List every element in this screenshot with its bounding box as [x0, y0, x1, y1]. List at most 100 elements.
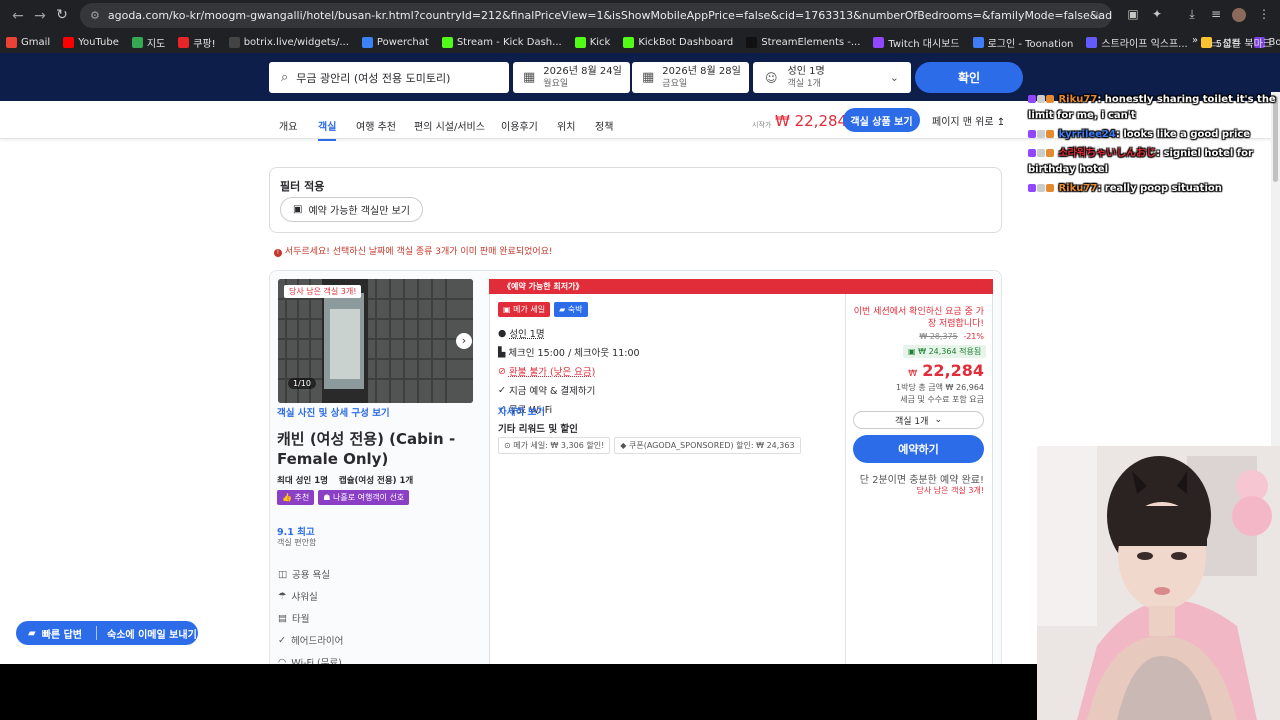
- badge-icon: [1046, 130, 1054, 138]
- bookmark-item[interactable]: YouTube: [63, 36, 119, 48]
- quick-booking-note: 단 2분이면 충분한 예약 완료!: [859, 475, 984, 486]
- bookmark-favicon-icon: [63, 36, 75, 48]
- check-icon: ✓: [498, 384, 506, 396]
- bookmark-item[interactable]: StreamElements -...: [746, 36, 860, 48]
- bookmark-item[interactable]: Powerchat: [361, 36, 429, 48]
- reload-icon[interactable]: ↻: [50, 7, 74, 23]
- filter-box: 필터 적용 ▣ 예약 가능한 객실만 보기: [269, 167, 1002, 233]
- view-rooms-button[interactable]: 객실 상품 보기: [843, 108, 920, 132]
- confirm-button[interactable]: 확인: [915, 62, 1023, 93]
- price-currency: ₩: [908, 369, 918, 379]
- bookmark-item[interactable]: botrix.live/widgets/...: [228, 36, 349, 48]
- rooms-text: 객실 1개: [787, 78, 821, 89]
- feature-towel: ▤ 타월: [278, 611, 343, 626]
- rating-label: 객실 편안함: [277, 538, 317, 547]
- chevron-down-icon: ⌄: [934, 415, 942, 425]
- location-field[interactable]: ⌕ 무금 광안리 (여성 전용 도미토리): [269, 62, 509, 93]
- person-icon: ●: [498, 327, 507, 339]
- tax-note: 세금 및 수수료 포함 요금: [900, 395, 984, 404]
- location-text: 무금 광안리 (여성 전용 도미토리): [296, 71, 451, 85]
- back-icon[interactable]: ←: [6, 8, 30, 24]
- lowest-price-banner: 《예약 가능한 최저가》: [489, 279, 993, 294]
- to-top-link[interactable]: 페이지 맨 위로 ↥: [932, 113, 1005, 128]
- book-button[interactable]: 예약하기: [853, 435, 984, 463]
- checkout-day: 금요일: [662, 78, 688, 89]
- address-bar[interactable]: ⚙ agoda.com/ko-kr/moogm-gwangalli/hotel/…: [80, 3, 1112, 28]
- available-only-chip[interactable]: ▣ 예약 가능한 객실만 보기: [280, 197, 423, 222]
- site-info-icon[interactable]: ⚙: [90, 9, 100, 22]
- chat-message: kyrrilee24: looks like a good price: [1028, 127, 1280, 143]
- bookmark-label: Gmail: [21, 36, 51, 48]
- bookmark-item[interactable]: KickBot Dashboard: [623, 36, 733, 48]
- tab-reviews[interactable]: 이용후기: [501, 118, 538, 133]
- feature-label: 샤워실: [291, 592, 318, 603]
- email-property-button[interactable]: 숙소에 이메일 보내기: [107, 626, 197, 641]
- coupon-discount-label: 쿠폰(AGODA_SPONSORED) 할인: ₩ 24,363: [629, 441, 795, 450]
- bookmark-favicon-icon: [1086, 36, 1098, 48]
- webcam-feed: [1037, 446, 1280, 720]
- bookmark-item[interactable]: 쿠팡!: [178, 35, 216, 50]
- bookmark-item[interactable]: Kick: [574, 36, 610, 48]
- details-link[interactable]: 자세히 보기: [498, 404, 545, 418]
- bookmark-favicon-icon: [441, 36, 453, 48]
- solo-tag: ☗ 나홀로 여행객이 선호: [318, 490, 410, 505]
- room-capacity: 최대 성인 1명 캡슐(여성 전용) 1개: [277, 474, 413, 486]
- bookmark-item[interactable]: Twitch 대시보드: [873, 35, 960, 50]
- checkin-field[interactable]: ▦ 2026년 8월 24일 월요일: [513, 62, 630, 93]
- bookmark-item[interactable]: 지도: [131, 35, 165, 50]
- total-price: 1박당 총 금액 ₩ 26,964: [896, 383, 984, 392]
- coupon-applied-label: ₩ 24,364 적용됨: [918, 347, 982, 356]
- all-bookmarks[interactable]: ▭ 모든 북마크: [1210, 35, 1272, 50]
- tab-facilities[interactable]: 편의 시설/서비스: [414, 118, 485, 133]
- discount-chips: ⊙ 메가 세일: ₩ 3,306 할인! ◆ 쿠폰(AGODA_SPONSORE…: [498, 437, 801, 454]
- guests-field[interactable]: ☺ 성인 1명 객실 1개 ⌄: [753, 62, 911, 93]
- tab-rooms[interactable]: 객실: [318, 118, 337, 141]
- no-refund-icon: ⊘: [498, 365, 506, 377]
- bookmark-item[interactable]: 스트라이프 익스프...: [1086, 35, 1188, 50]
- search-icon: ⌕: [281, 70, 289, 85]
- forward-icon[interactable]: →: [28, 8, 52, 24]
- offer-details: ● 성인 1명 ▙ 체크인 15:00 / 체크아웃 11:00 ⊘ 환불 불가 (낮…: [498, 326, 640, 417]
- offer-guests-label: 성인 1명: [509, 329, 545, 340]
- header-price: ₩ 22,284: [775, 112, 848, 130]
- chat-text: : looks like a good price: [1115, 129, 1251, 140]
- photo-details-link[interactable]: 객실 사진 및 상세 구성 보기: [277, 405, 390, 419]
- rooms-select[interactable]: 객실 1개 ⌄: [853, 411, 984, 429]
- checkin-date: 2026년 8월 24일: [543, 65, 622, 77]
- bookmark-favicon-icon: [623, 36, 635, 48]
- bookmarks-overflow-icon[interactable]: »: [1192, 35, 1198, 50]
- offer-divider: [845, 294, 846, 664]
- bookmark-label: Stream - Kick Dash...: [456, 36, 562, 48]
- tab-policy[interactable]: 정책: [595, 118, 613, 133]
- bookmark-item[interactable]: Gmail: [6, 36, 51, 48]
- tab-location[interactable]: 위치: [557, 118, 575, 133]
- checkout-field[interactable]: ▦ 2026년 8월 28일 금요일: [632, 62, 749, 93]
- coupon-applied-badge: ▣ ₩ 24,364 적용됨: [903, 345, 987, 358]
- extension-icon[interactable]: ▣: [1125, 7, 1141, 21]
- offer-refund[interactable]: ⊘ 환불 불가 (낮은 요금): [498, 364, 640, 379]
- chat-message: 소라워ちゃいしんおじ: signiel hotel for birthday h…: [1028, 146, 1280, 178]
- badge-icon: [1037, 184, 1045, 192]
- check-icon: ✓: [278, 634, 286, 646]
- download-icon[interactable]: ⤓: [1184, 7, 1200, 22]
- bookmark-star-icon[interactable]: ☆: [1092, 9, 1102, 22]
- feature-label: 헤어드라이어: [290, 636, 344, 647]
- room-features: ◫ 공용 욕실 ☂ 샤워실 ▤ 타월 ✓ 헤어드라이어 ◠ Wi-Fi (무료): [278, 567, 344, 665]
- puzzle-icon[interactable]: ✦: [1149, 7, 1165, 21]
- room-photo[interactable]: 당사 남은 객실 3개! › 1/10: [278, 279, 473, 403]
- profile-avatar[interactable]: [1232, 8, 1246, 22]
- chat-username: Riku77: [1058, 183, 1098, 194]
- media-icon[interactable]: ≡: [1208, 7, 1224, 21]
- bookmark-item[interactable]: 로그인 - Toonation: [972, 35, 1073, 50]
- warning-text: 서두르세요! 선택하신 날짜에 객실 종류 3개가 이미 판매 완료되었어요!: [284, 247, 553, 257]
- quick-answer-button[interactable]: 빠른 답변: [42, 626, 82, 641]
- tab-overview[interactable]: 개요: [279, 118, 297, 133]
- offer-refund-label: 환불 불가 (낮은 요금): [508, 367, 596, 378]
- webcam-image: [1037, 446, 1280, 720]
- shower-icon: ☂: [278, 590, 287, 602]
- next-photo-icon[interactable]: ›: [456, 333, 472, 349]
- chat-username: Riku77: [1058, 94, 1098, 105]
- bookmark-item[interactable]: Stream - Kick Dash...: [441, 36, 562, 48]
- menu-icon[interactable]: ⋮: [1256, 7, 1272, 21]
- tab-recommend[interactable]: 여행 추천: [356, 118, 396, 133]
